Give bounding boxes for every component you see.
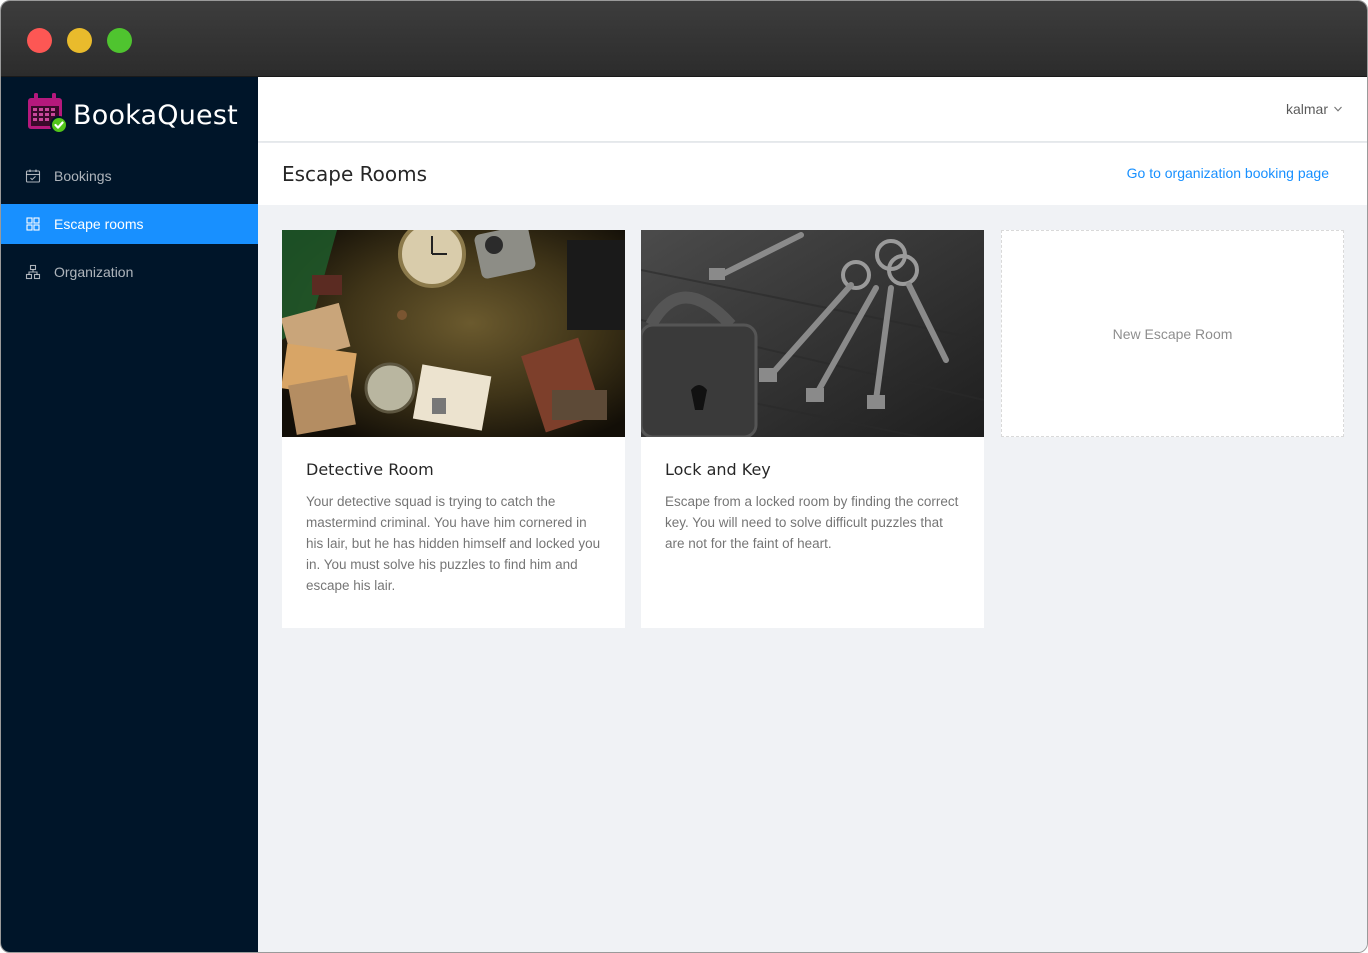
minimize-window-button[interactable]	[67, 28, 92, 53]
sidebar-item-label: Bookings	[54, 168, 112, 184]
sidebar-item-bookings[interactable]: Bookings	[1, 156, 258, 196]
main-content: kalmar Escape Rooms Go to organization b…	[258, 77, 1367, 952]
page-title: Escape Rooms	[282, 162, 428, 186]
escape-room-name: Detective Room	[306, 460, 434, 479]
escape-room-description: Escape from a locked room by finding the…	[665, 494, 959, 551]
brand-logo[interactable]: BookaQuest	[25, 91, 238, 140]
window-titlebar	[1, 1, 1367, 77]
user-name: kalmar	[1285, 101, 1328, 117]
calendar-check-icon	[25, 91, 69, 140]
chevron-down-icon	[1328, 101, 1343, 117]
top-header: kalmar	[258, 77, 1367, 141]
new-escape-room-label: New Escape Room	[1112, 325, 1233, 342]
organization-booking-page-link[interactable]: Go to organization booking page	[1127, 165, 1329, 181]
detective-room-cover-image	[282, 230, 625, 437]
sidebar-item-escape-rooms[interactable]: Escape rooms	[1, 204, 258, 244]
lock-and-key-cover-image	[641, 230, 984, 437]
calendar-icon	[25, 168, 41, 184]
page-header: Escape Rooms Go to organization booking …	[258, 143, 1367, 205]
org-chart-icon	[25, 264, 41, 280]
maximize-window-button[interactable]	[107, 28, 132, 53]
escape-room-card[interactable]: Lock and Key Escape from a locked room b…	[641, 230, 984, 628]
escape-room-card[interactable]: Detective Room Your detective squad is t…	[282, 230, 625, 628]
escape-room-description: Your detective squad is trying to catch …	[306, 494, 601, 593]
sidebar-item-label: Escape rooms	[54, 216, 144, 232]
close-window-button[interactable]	[27, 28, 52, 53]
brand-name: BookaQuest	[73, 99, 238, 131]
grid-icon	[25, 216, 41, 232]
sidebar-item-label: Organization	[54, 264, 134, 280]
escape-room-name: Lock and Key	[665, 460, 771, 479]
sidebar: BookaQuest Bookings Escape rooms Organiz…	[1, 77, 258, 952]
app-window: BookaQuest Bookings Escape rooms Organiz…	[0, 0, 1368, 953]
sidebar-item-organization[interactable]: Organization	[1, 252, 258, 292]
user-menu[interactable]: kalmar	[1286, 101, 1343, 117]
new-escape-room-button[interactable]: New Escape Room	[1001, 230, 1344, 437]
